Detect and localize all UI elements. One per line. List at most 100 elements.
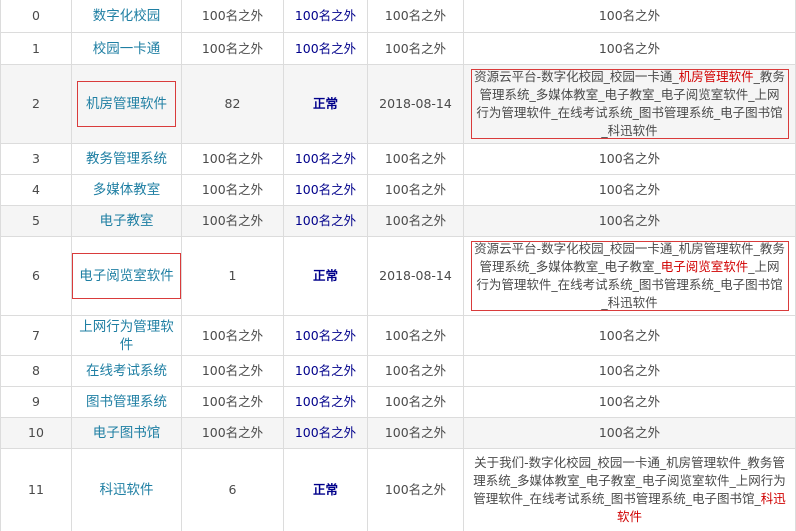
keyword-cell[interactable]: 电子教室 [72,206,182,236]
date-cell: 100名之外 [368,449,464,531]
mobile-rank-cell: 100名之外 [284,0,368,32]
rank-cell: 4 [0,175,72,205]
date-cell: 100名之外 [368,316,464,355]
table-row: 5 电子教室 100名之外 100名之外 100名之外 100名之外 [0,206,796,237]
table-row: 9 图书管理系统 100名之外 100名之外 100名之外 100名之外 [0,387,796,418]
keyword-cell[interactable]: 机房管理软件 [72,65,182,143]
baidu-rank-cell: 100名之外 [182,0,284,32]
date-cell: 2018-08-14 [368,65,464,143]
date-cell: 2018-08-14 [368,237,464,315]
keyword-cell[interactable]: 数字化校园 [72,0,182,32]
ranking-table: 0 数字化校园 100名之外 100名之外 100名之外 100名之外 1 校园… [0,0,796,531]
keyword-cell[interactable]: 电子阅览室软件 [72,237,182,315]
date-cell: 100名之外 [368,33,464,64]
table-row: 1 校园一卡通 100名之外 100名之外 100名之外 100名之外 [0,33,796,65]
keyword-highlight-box[interactable]: 电子阅览室软件 [72,253,181,299]
status-normal: 正常 [312,268,338,283]
mobile-rank-cell: 100名之外 [284,387,368,417]
title-prefix: 资源云平台-数字化校园_校园一卡通_ [474,69,679,84]
title-cell: 100名之外 [464,0,796,32]
keyword-text[interactable]: 上网行为管理软件 [79,318,175,354]
page-title-text: 资源云平台-数字化校园_校园一卡通_机房管理软件_教务管理系统_多媒体教室_电子… [474,240,786,312]
status-normal: 正常 [312,482,338,497]
page-title-text: 关于我们-数字化校园_校园一卡通_机房管理软件_教务管理系统_多媒体教室_电子教… [471,454,789,526]
baidu-rank-cell: 100名之外 [182,316,284,355]
rank-cell: 11 [0,449,72,531]
baidu-rank-cell: 6 [182,449,284,531]
table-row: 3 教务管理系统 100名之外 100名之外 100名之外 100名之外 [0,144,796,175]
date-cell: 100名之外 [368,175,464,205]
title-highlight-box: 资源云平台-数字化校园_校园一卡通_机房管理软件_教务管理系统_多媒体教室_电子… [470,240,789,312]
date-cell: 100名之外 [368,206,464,236]
rank-cell: 10 [0,418,72,448]
mobile-rank-cell: 100名之外 [284,316,368,355]
title-cell: 100名之外 [464,175,796,205]
title-keyword-highlight: 机房管理软件 [678,69,754,84]
date-cell: 100名之外 [368,356,464,386]
rank-cell: 8 [0,356,72,386]
title-cell: 100名之外 [464,387,796,417]
rank-cell: 2 [0,65,72,143]
title-keyword-highlight: 电子阅览室软件 [660,259,749,274]
date-cell: 100名之外 [368,144,464,174]
title-cell: 100名之外 [464,206,796,236]
mobile-rank-cell: 正常 [284,237,368,315]
rank-cell: 5 [0,206,72,236]
table-row: 11 科迅软件 6 正常 100名之外 关于我们-数字化校园_校园一卡通_机房管… [0,449,796,531]
baidu-rank-cell: 100名之外 [182,206,284,236]
keyword-cell[interactable]: 图书管理系统 [72,387,182,417]
baidu-rank-cell: 100名之外 [182,387,284,417]
baidu-rank-cell: 100名之外 [182,144,284,174]
mobile-rank-cell: 100名之外 [284,418,368,448]
keyword-cell[interactable]: 教务管理系统 [72,144,182,174]
rank-cell: 7 [0,316,72,355]
keyword-cell[interactable]: 电子图书馆 [72,418,182,448]
baidu-rank-cell: 100名之外 [182,175,284,205]
title-cell: 100名之外 [464,316,796,355]
mobile-rank-cell: 100名之外 [284,33,368,64]
baidu-rank-cell: 100名之外 [182,33,284,64]
title-highlight-box: 资源云平台-数字化校园_校园一卡通_机房管理软件_教务管理系统_多媒体教室_电子… [470,68,789,140]
keyword-cell[interactable]: 科迅软件 [72,449,182,531]
rank-cell: 3 [0,144,72,174]
table-row: 0 数字化校园 100名之外 100名之外 100名之外 100名之外 [0,0,796,33]
title-cell: 资源云平台-数字化校园_校园一卡通_机房管理软件_教务管理系统_多媒体教室_电子… [464,237,796,315]
mobile-rank-cell: 100名之外 [284,206,368,236]
table-row: 4 多媒体教室 100名之外 100名之外 100名之外 100名之外 [0,175,796,206]
title-cell: 关于我们-数字化校园_校园一卡通_机房管理软件_教务管理系统_多媒体教室_电子教… [464,449,796,531]
title-cell: 100名之外 [464,418,796,448]
title-cell: 100名之外 [464,144,796,174]
date-cell: 100名之外 [368,387,464,417]
keyword-highlight-box[interactable]: 机房管理软件 [77,81,176,127]
table-row: 10 电子图书馆 100名之外 100名之外 100名之外 100名之外 [0,418,796,449]
title-cell: 100名之外 [464,33,796,64]
mobile-rank-cell: 正常 [284,65,368,143]
date-cell: 100名之外 [368,0,464,32]
baidu-rank-cell: 100名之外 [182,418,284,448]
status-normal: 正常 [312,96,338,111]
mobile-rank-cell: 100名之外 [284,356,368,386]
mobile-rank-cell: 正常 [284,449,368,531]
keyword-cell[interactable]: 在线考试系统 [72,356,182,386]
rank-cell: 0 [0,0,72,32]
keyword-cell[interactable]: 校园一卡通 [72,33,182,64]
keyword-cell[interactable]: 多媒体教室 [72,175,182,205]
table-row: 2 机房管理软件 82 正常 2018-08-14 资源云平台-数字化校园_校园… [0,65,796,144]
title-prefix: 关于我们-数字化校园_校园一卡通_机房管理软件_教务管理系统_多媒体教室_电子教… [473,455,786,506]
rank-cell: 1 [0,33,72,64]
mobile-rank-cell: 100名之外 [284,144,368,174]
table-row: 6 电子阅览室软件 1 正常 2018-08-14 资源云平台-数字化校园_校园… [0,237,796,316]
title-cell: 资源云平台-数字化校园_校园一卡通_机房管理软件_教务管理系统_多媒体教室_电子… [464,65,796,143]
mobile-rank-cell: 100名之外 [284,175,368,205]
baidu-rank-cell: 82 [182,65,284,143]
rank-cell: 6 [0,237,72,315]
keyword-cell[interactable]: 上网行为管理软件 [72,316,182,355]
table-row: 7 上网行为管理软件 100名之外 100名之外 100名之外 100名之外 [0,316,796,356]
baidu-rank-cell: 100名之外 [182,356,284,386]
table-row: 8 在线考试系统 100名之外 100名之外 100名之外 100名之外 [0,356,796,387]
baidu-rank-cell: 1 [182,237,284,315]
page-title-text: 资源云平台-数字化校园_校园一卡通_机房管理软件_教务管理系统_多媒体教室_电子… [474,68,786,140]
rank-cell: 9 [0,387,72,417]
title-cell: 100名之外 [464,356,796,386]
date-cell: 100名之外 [368,418,464,448]
